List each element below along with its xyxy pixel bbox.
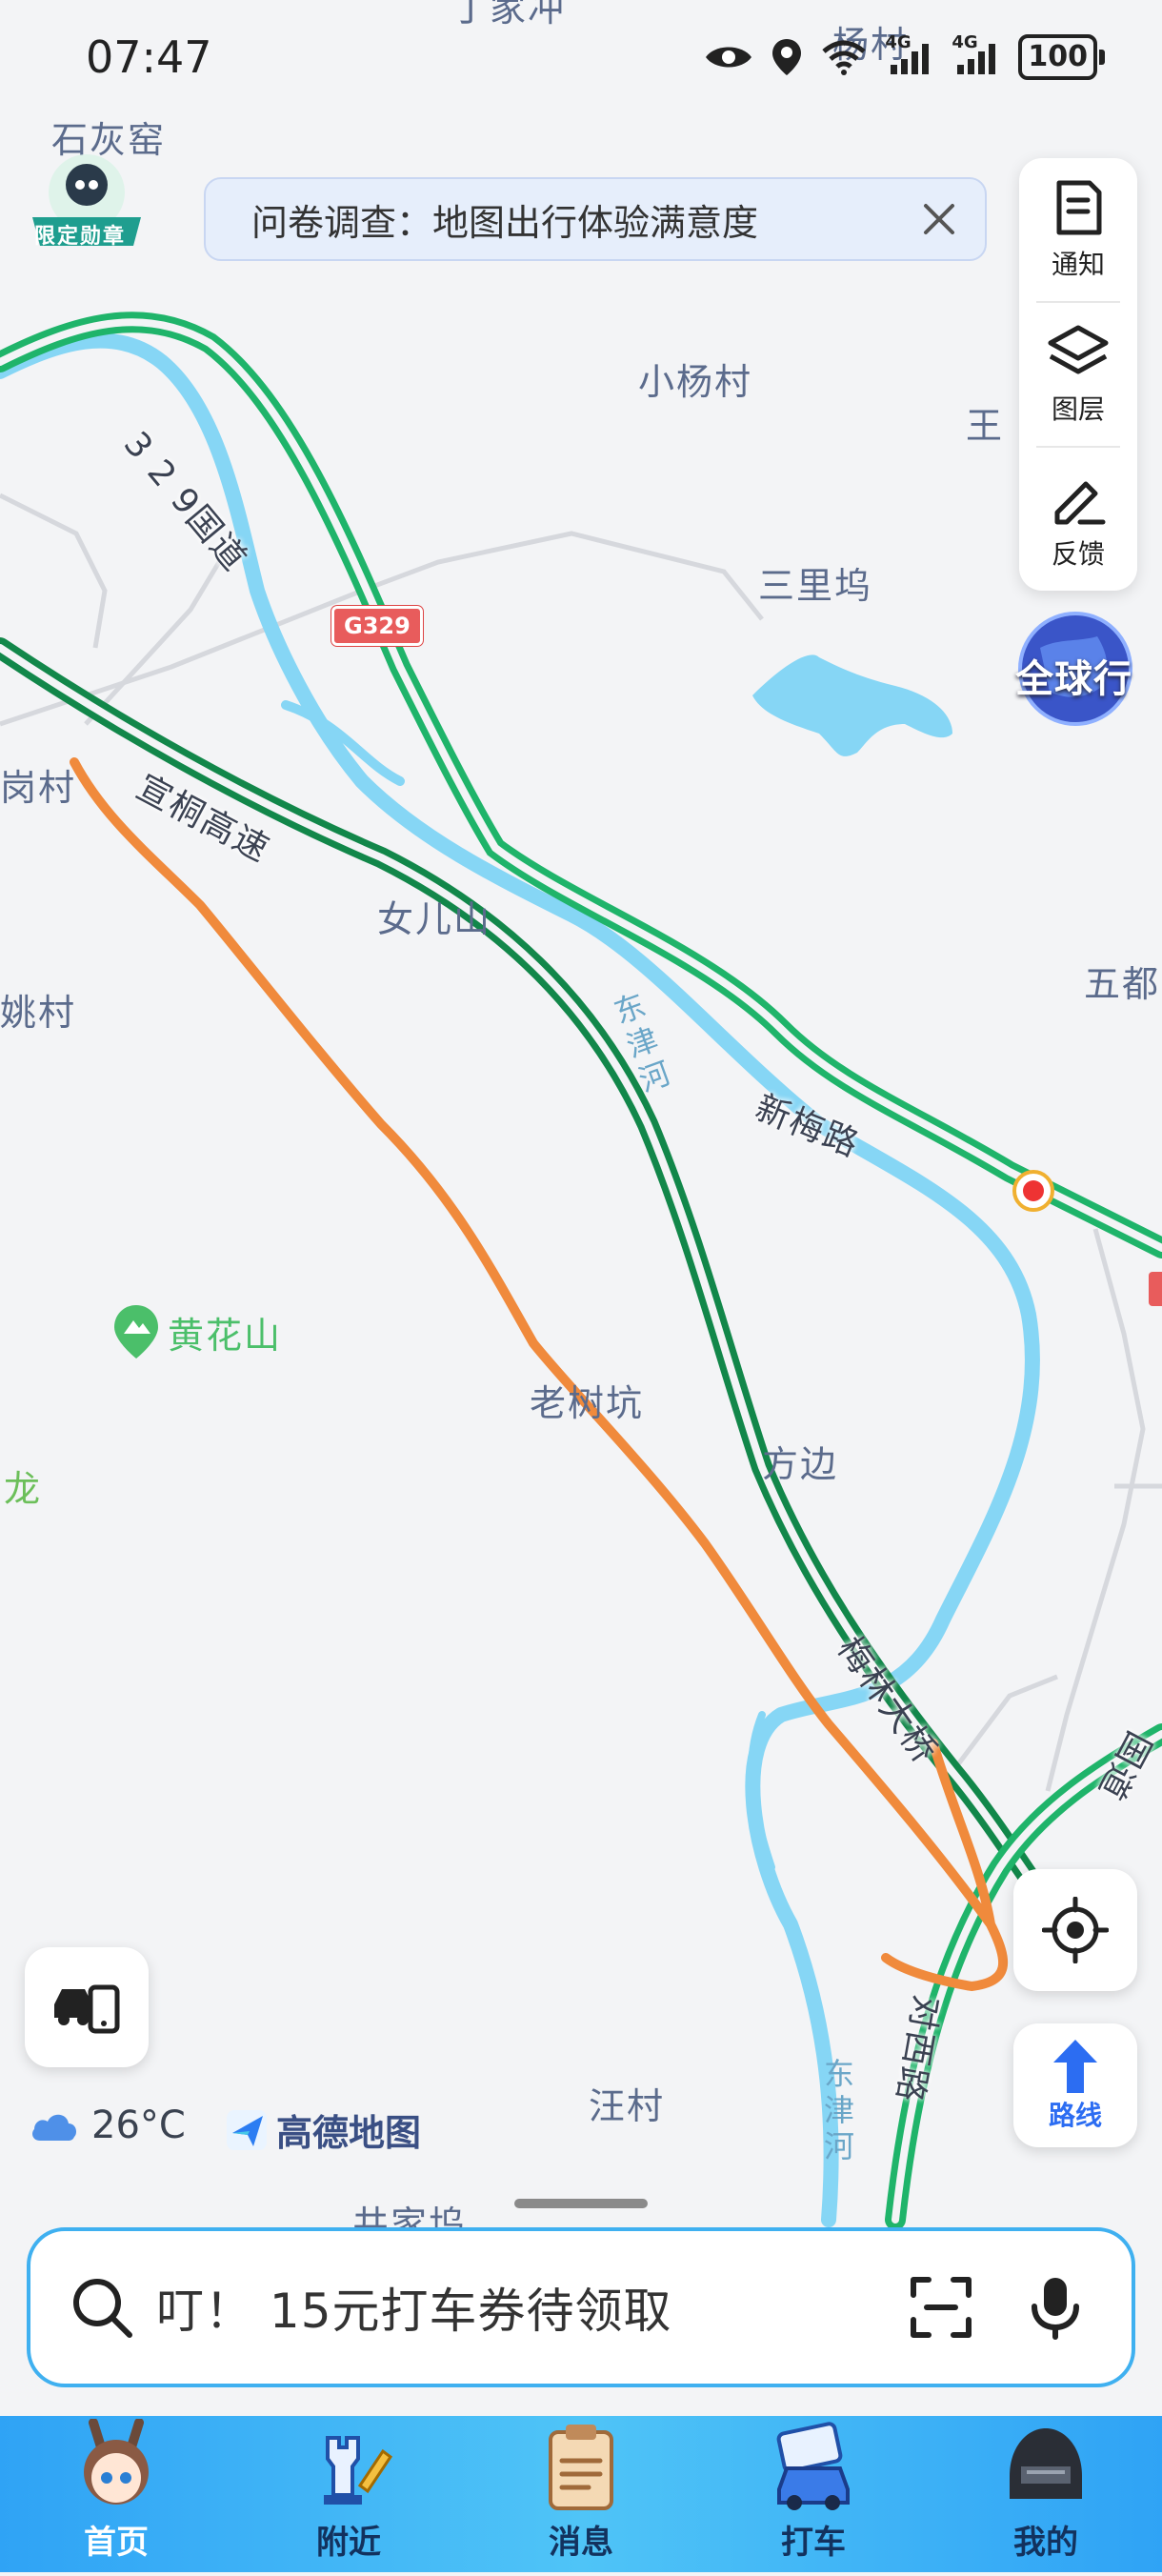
map-tool-panel: 通知 图层 反馈 [1019,158,1137,591]
nav-messages[interactable]: 消息 [486,2416,676,2572]
poi-huanghuashan-label: 黄花山 [168,1314,283,1357]
search-bar[interactable]: 叮！ 15元打车券待领取 [27,2227,1135,2387]
signal-1: 4G [885,32,934,76]
locate-button[interactable] [1013,1869,1137,1991]
place-fangbian[interactable]: 方边 [762,1435,838,1487]
weather-temp: 26°C [91,2103,186,2147]
notify-button[interactable]: 通知 [1019,158,1137,301]
signal-2: 4G [952,32,1001,76]
g329-shield: G329 [331,606,423,646]
nav-nearby[interactable]: 附近 [253,2416,444,2572]
place-long[interactable]: 龙 [4,1459,42,1512]
layers-icon [1048,325,1109,374]
place-sanliwu[interactable]: 三里坞 [758,556,872,609]
route-arrow-icon [1053,2040,1097,2093]
feedback-button[interactable]: 反馈 [1019,448,1137,591]
route-button[interactable]: 路线 [1013,2023,1137,2147]
location-icon [772,39,802,75]
road-shield-edge [1149,1272,1162,1306]
taxi-icon [776,2422,850,2510]
badge-label: 限定勋章 [34,225,127,249]
map-roads-layer [0,312,1162,2230]
route-label: 路线 [1048,2100,1102,2131]
amap-name: 高德地图 [276,2112,422,2154]
wifi-icon [822,40,867,75]
car-phone-icon [54,1984,120,2034]
status-icons: 4G 4G 100 [704,32,1105,80]
sheet-drag-handle[interactable] [514,2199,648,2208]
helmet-avatar-icon [1010,2428,1082,2499]
amap-logo-icon [227,2109,267,2150]
place-nvershan[interactable]: 女儿山 [377,890,491,942]
survey-text: 问卷调查：地图出行体验满意度 [251,201,759,244]
water-label-dongjin-2: 东津河 [819,2058,855,2166]
search-icon [73,2279,132,2338]
battery-indicator: 100 [1018,34,1105,80]
nav-home-label: 首页 [84,2524,149,2562]
scan-icon [911,2277,972,2338]
nav-home[interactable]: 首页 [21,2416,211,2572]
battery-tip [1099,50,1105,65]
eye-icon [706,47,752,68]
place-gangcun[interactable]: 岗村 [0,758,76,811]
place-taocun[interactable]: 姚村 [0,983,76,1036]
crosshair-icon [1042,1897,1109,1963]
chess-rook-icon [324,2436,393,2505]
amap-logo: 高德地图 [225,2103,421,2156]
clipboard-icon [549,2425,613,2510]
layers-button[interactable]: 图层 [1019,303,1137,446]
weather-widget[interactable]: 26°C [29,2103,186,2147]
status-bar: 07:47 4G 4G 100 [0,0,1162,114]
voice-button[interactable] [1017,2269,1093,2345]
place-xiaoyangcun[interactable]: 小杨村 [638,352,752,405]
mountain-pin-icon [114,1305,158,1358]
nav-taxi[interactable]: 打车 [718,2416,909,2572]
nav-messages-label: 消息 [549,2524,613,2562]
lake [752,654,952,756]
nav-mine-label: 我的 [1013,2524,1078,2562]
map-canvas[interactable]: 丁家冲 杨村 石灰窑 小杨村 王 三里坞 岗村 女儿山 姚村 五都 老树坑 方边… [0,0,1162,2572]
place-wudu[interactable]: 五都 [1084,955,1160,1007]
pencil-icon [1054,481,1106,525]
cloud-icon [32,2114,76,2141]
notice-icon [1056,180,1102,235]
minor-roads [0,493,1162,1792]
layers-label: 图层 [1051,393,1105,425]
nav-mine[interactable]: 我的 [951,2416,1141,2572]
search-input[interactable]: 叮！ 15元打车券待领取 [156,2273,865,2342]
limited-badge[interactable]: 限定勋章 [25,143,149,257]
survey-close-button[interactable] [916,196,962,242]
status-time: 07:47 [86,31,212,83]
nav-taxi-label: 打车 [781,2524,846,2562]
close-icon [924,204,954,234]
home-avatar-icon [84,2419,149,2505]
place-wang[interactable]: 王 [966,396,1004,449]
nav-nearby-label: 附近 [316,2524,381,2562]
place-wangcun[interactable]: 汪村 [589,2077,665,2129]
survey-banner[interactable]: 问卷调查：地图出行体验满意度 [204,177,987,261]
scan-button[interactable] [903,2269,979,2345]
river [0,332,1040,2227]
car-mode-button[interactable] [25,1947,149,2067]
battery-level: 100 [1018,34,1097,80]
place-laoshukeng[interactable]: 老树坑 [530,1374,644,1426]
bottom-nav: 首页 附近 消息 打车 我的 [0,2416,1162,2572]
poi-huanghuashan[interactable]: 黄花山 [112,1303,282,1360]
microphone-icon [1032,2278,1079,2340]
global-label: 全球行 [1015,657,1132,701]
feedback-label: 反馈 [1051,538,1105,570]
global-travel-button[interactable]: 全球行 [1012,610,1139,728]
notify-label: 通知 [1051,249,1105,280]
